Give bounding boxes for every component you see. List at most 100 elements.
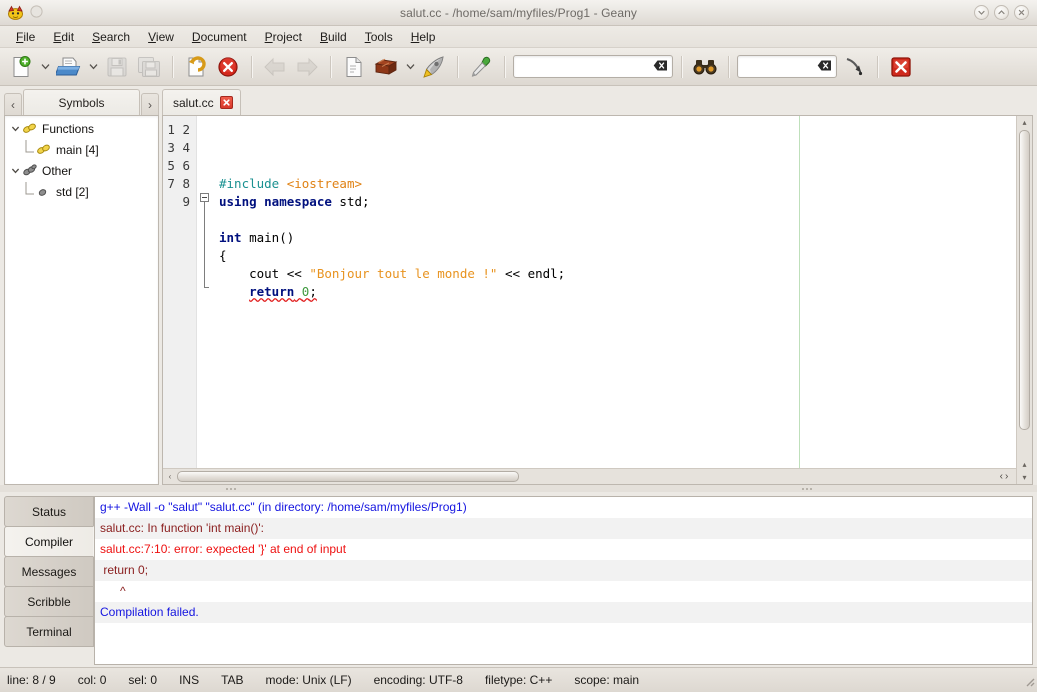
revert-button[interactable] <box>181 52 211 82</box>
sidebar-tab-symbols[interactable]: Symbols <box>23 89 140 116</box>
compiler-output-line[interactable]: salut.cc:7:10: error: expected '}' at en… <box>95 539 1032 560</box>
tree-expander-icon[interactable] <box>9 124 22 133</box>
code-area[interactable]: #include <iostream> using namespace std; … <box>213 116 1016 468</box>
document-tab-salut-cc[interactable]: salut.cc <box>162 89 241 116</box>
message-tab-terminal[interactable]: Terminal <box>4 616 94 647</box>
editor-corner-arrows[interactable]: ‹ › <box>992 471 1016 482</box>
close-icon[interactable] <box>1014 5 1029 20</box>
symbol-row-std-2-[interactable]: std [2] <box>5 181 158 202</box>
compiler-output-line[interactable] <box>95 623 1032 644</box>
find-button[interactable] <box>690 52 720 82</box>
menu-item-help[interactable]: Help <box>403 28 444 46</box>
code-line-1: #include <iostream> <box>219 175 1016 193</box>
function-icon <box>36 143 52 157</box>
jump-to-line-button[interactable] <box>839 52 869 82</box>
message-tab-compiler[interactable]: Compiler <box>4 526 94 557</box>
color-chooser-button[interactable] <box>466 52 496 82</box>
compiler-output-line[interactable]: ^ <box>95 581 1032 602</box>
status-item-7: filetype: C++ <box>484 673 553 687</box>
menu-item-edit[interactable]: Edit <box>45 28 82 46</box>
compiler-output-line[interactable]: g++ -Wall -o "salut" "salut.cc" (in dire… <box>95 497 1032 518</box>
search-input[interactable] <box>513 55 673 78</box>
maximize-icon[interactable] <box>994 5 1009 20</box>
compiler-output-line[interactable]: salut.cc: In function 'int main()': <box>95 518 1032 539</box>
status-item-0: line: 8 / 9 <box>7 673 56 687</box>
menu-item-view[interactable]: View <box>140 28 182 46</box>
message-panel: Status Compiler Messages Scribble Terminal g… <box>0 492 1037 667</box>
vscroll-up-button[interactable]: ▴ <box>1017 116 1032 129</box>
compiler-output[interactable]: g++ -Wall -o "salut" "salut.cc" (in dire… <box>94 496 1033 665</box>
new-file-button[interactable] <box>6 52 36 82</box>
code-line-7: return 0; <box>219 283 1016 301</box>
panel-splitter[interactable] <box>0 485 1037 492</box>
corner-prev-arrow[interactable]: ‹ <box>1000 471 1003 482</box>
tree-expander-icon[interactable] <box>9 166 22 175</box>
menu-item-build[interactable]: Build <box>312 28 355 46</box>
menu-item-project[interactable]: Project <box>257 28 310 46</box>
open-recent-menu-button[interactable] <box>86 52 100 82</box>
status-item-1: col: 0 <box>77 673 107 687</box>
hscroll-thumb[interactable] <box>177 471 519 482</box>
status-item-3: INS <box>179 673 200 687</box>
editor-horizontal-scrollbar[interactable]: ‹ ‹ › <box>163 468 1016 484</box>
compiler-output-line[interactable]: Compilation failed. <box>95 602 1032 623</box>
corner-next-arrow[interactable]: › <box>1005 471 1008 482</box>
code-token: "Bonjour tout le monde !" <box>309 266 498 281</box>
build-menu-button[interactable] <box>403 52 417 82</box>
compiler-output-line[interactable]: return 0; <box>95 560 1032 581</box>
message-tab-messages[interactable]: Messages <box>4 556 94 587</box>
clear-entry-icon[interactable] <box>817 59 832 74</box>
hscroll-track[interactable] <box>177 469 992 485</box>
navigate-forward-button <box>292 52 322 82</box>
code-token: return <box>249 284 295 299</box>
quit-button[interactable] <box>886 52 916 82</box>
menu-item-document[interactable]: Document <box>184 28 255 46</box>
status-item-4: TAB <box>221 673 244 687</box>
symbol-row-functions[interactable]: Functions <box>5 118 158 139</box>
toolbar <box>0 48 1037 86</box>
open-file-button[interactable] <box>54 52 84 82</box>
vscroll-thumb[interactable] <box>1019 130 1030 430</box>
menu-item-tools[interactable]: Tools <box>357 28 401 46</box>
splitter-grip-right <box>801 487 812 490</box>
symbol-row-main-4-[interactable]: main [4] <box>5 139 158 160</box>
document-tab-label: salut.cc <box>173 95 214 110</box>
vscroll-down-button[interactable]: ▾ <box>1017 471 1032 484</box>
symbol-label: Other <box>42 163 73 178</box>
message-tab-scribble[interactable]: Scribble <box>4 586 94 617</box>
message-tab-status[interactable]: Status <box>4 496 94 527</box>
status-item-8: scope: main <box>574 673 640 687</box>
tab-close-icon[interactable] <box>219 96 233 109</box>
symbol-row-other[interactable]: Other <box>5 160 158 181</box>
symbols-tree[interactable]: Functions main [4] Other std [2] <box>4 115 159 485</box>
code-token: std; <box>339 194 370 209</box>
resize-grip[interactable] <box>1021 673 1035 687</box>
close-document-button[interactable] <box>213 52 243 82</box>
build-button[interactable] <box>371 52 401 82</box>
menu-item-search[interactable]: Search <box>84 28 138 46</box>
menu-item-file[interactable]: File <box>8 28 43 46</box>
toolbar-separator <box>172 55 173 78</box>
run-button[interactable] <box>419 52 449 82</box>
editor-vertical-scrollbar[interactable]: ▴ ▴ ▾ <box>1016 116 1032 484</box>
toolbar-separator-8 <box>877 55 878 78</box>
vscroll-down-button-upper[interactable]: ▴ <box>1017 458 1032 471</box>
toolbar-separator-7 <box>728 55 729 78</box>
right-margin-line <box>799 116 800 468</box>
goto-line-input[interactable] <box>737 55 837 78</box>
hscroll-left-button[interactable]: ‹ <box>163 472 177 481</box>
clear-entry-icon[interactable] <box>653 59 668 74</box>
sidebar-next-tab-button[interactable]: › <box>141 93 159 116</box>
minimize-icon[interactable] <box>974 5 989 20</box>
menu-bar: File Edit Search View Document Project Build To… <box>0 26 1037 48</box>
compile-button[interactable] <box>339 52 369 82</box>
collapse-fold-icon[interactable] <box>200 193 209 202</box>
new-file-menu-button[interactable] <box>38 52 52 82</box>
sidebar-tab-row: ‹ Symbols › <box>4 89 159 116</box>
code-line-6: cout << "Bonjour tout le monde !" << end… <box>219 265 1016 283</box>
code-token: #include <box>219 176 287 191</box>
sidebar-prev-tab-button[interactable]: ‹ <box>4 93 22 116</box>
fold-margin[interactable] <box>197 116 213 468</box>
